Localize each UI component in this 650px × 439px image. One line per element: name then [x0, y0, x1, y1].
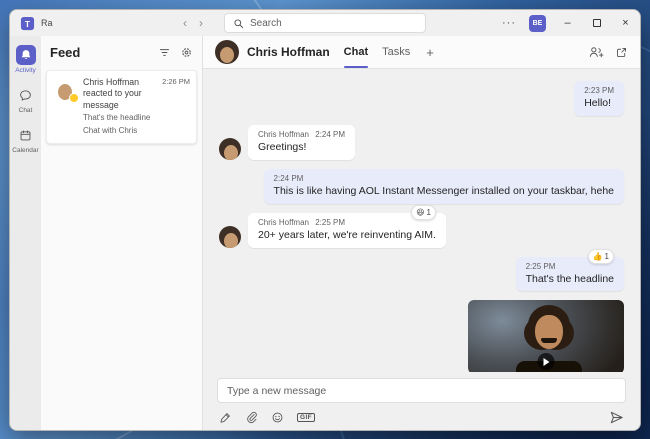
gif-subject-mustache	[541, 338, 557, 343]
nav-history: ‹ ›	[183, 10, 203, 36]
filter-button[interactable]	[158, 46, 171, 59]
search-icon	[233, 18, 244, 29]
avatar	[219, 226, 241, 248]
notification-preview: That's the headline	[83, 113, 190, 124]
message-sender: Chris Hoffman	[258, 130, 309, 139]
notification-context: Chat with Chris	[83, 126, 190, 137]
feed-header: Feed	[41, 36, 202, 68]
window-title: Ra	[41, 18, 53, 28]
message-sent[interactable]: 👍 1 2:25 PM That's the headline	[516, 257, 624, 292]
gif-thumbnail[interactable]	[468, 300, 624, 372]
send-button[interactable]	[609, 410, 624, 425]
message-input[interactable]	[217, 378, 626, 403]
settings-gear-button[interactable]	[180, 46, 193, 59]
message-time: 2:24 PM	[274, 173, 614, 184]
reaction-emoji: 👍	[593, 250, 603, 263]
feed-title: Feed	[50, 45, 158, 60]
notification-title: Chris Hoffman reacted to your message	[83, 77, 158, 111]
play-button-icon[interactable]	[538, 353, 555, 370]
chat-tabs: Chat Tasks +	[344, 36, 434, 68]
message-text: This is like having AOL Instant Messenge…	[274, 184, 614, 199]
forward-button[interactable]: ›	[199, 17, 203, 29]
avatar-wrap	[53, 77, 77, 101]
message-received[interactable]: 😆 1 Chris Hoffman 2:25 PM 20+ years late…	[219, 213, 624, 248]
activity-bell-icon	[16, 45, 36, 65]
notification-time: 2:26 PM	[162, 77, 190, 111]
add-tab-button[interactable]: +	[426, 45, 434, 60]
reaction-emoji: 😆	[416, 206, 424, 219]
gif-message[interactable]	[468, 300, 624, 372]
svg-text:T: T	[25, 18, 31, 28]
reaction-badge[interactable]: 😆 1	[411, 205, 436, 220]
message-time: 2:24 PM	[315, 130, 345, 139]
feed-notification-card[interactable]: Chris Hoffman reacted to your message 2:…	[46, 70, 197, 144]
add-people-button[interactable]	[588, 45, 604, 59]
message-sent[interactable]: 2:23 PM Hello!	[574, 81, 624, 116]
teams-logo-icon: T	[20, 16, 35, 31]
rail-label: Calendar	[12, 147, 38, 154]
maximize-button[interactable]	[582, 10, 611, 36]
profile-avatar[interactable]: BE	[529, 15, 546, 32]
tab-chat[interactable]: Chat	[344, 36, 368, 68]
chat-bubble-icon	[16, 85, 36, 105]
avatar	[219, 138, 241, 160]
minimize-button[interactable]: –	[553, 10, 582, 36]
reaction-count: 1	[605, 250, 609, 263]
back-button[interactable]: ‹	[183, 17, 187, 29]
search-input[interactable]	[250, 18, 417, 29]
rail-item-calendar[interactable]: Calendar	[10, 125, 41, 154]
chat-title: Chris Hoffman	[247, 45, 330, 59]
chat-header: Chris Hoffman Chat Tasks +	[203, 36, 640, 69]
gif-subject-face	[535, 315, 563, 349]
calendar-icon	[16, 125, 36, 145]
titlebar-controls: ··· BE – ×	[496, 10, 640, 36]
chat-header-actions	[588, 45, 628, 59]
tab-tasks[interactable]: Tasks	[382, 36, 410, 68]
message-text: 20+ years later, we're reinventing AIM.	[258, 228, 436, 243]
search-box[interactable]	[224, 13, 426, 33]
feed-panel: Feed	[41, 36, 203, 431]
reaction-badge-icon	[69, 93, 79, 103]
message-sent[interactable]: 2:24 PM This is like having AOL Instant …	[264, 169, 624, 204]
open-in-window-button[interactable]	[615, 46, 628, 59]
message-list[interactable]: 2:23 PM Hello! Chris Hoffman 2:24 PM Gre…	[203, 69, 640, 372]
message-time: 2:25 PM	[315, 218, 345, 227]
message-text: Hello!	[584, 96, 614, 111]
message-sender: Chris Hoffman	[258, 218, 309, 227]
reaction-count: 1	[427, 206, 431, 219]
message-time: 2:23 PM	[584, 85, 614, 96]
maximize-icon	[593, 19, 601, 27]
composer-toolbar: GIF	[217, 403, 626, 425]
rail-item-activity[interactable]: Activity	[10, 45, 41, 74]
desktop: T Ra ‹ › ··· BE – ×	[0, 0, 650, 439]
rail-label: Activity	[15, 67, 36, 74]
format-icon[interactable]	[219, 411, 232, 424]
app-body: Activity Chat Calendar F	[10, 36, 640, 431]
close-button[interactable]: ×	[611, 10, 640, 36]
message-text: Greetings!	[258, 140, 345, 155]
chat-panel: Chris Hoffman Chat Tasks +	[203, 36, 640, 431]
attach-icon[interactable]	[245, 411, 258, 424]
more-options-button[interactable]: ···	[496, 17, 522, 29]
app-rail: Activity Chat Calendar	[10, 36, 41, 431]
titlebar: T Ra ‹ › ··· BE – ×	[10, 10, 640, 36]
gif-picker-icon[interactable]: GIF	[297, 413, 315, 422]
composer: GIF	[203, 372, 640, 431]
emoji-icon[interactable]	[271, 411, 284, 424]
reaction-badge[interactable]: 👍 1	[588, 249, 614, 264]
message-text: That's the headline	[526, 272, 614, 287]
message-received[interactable]: Chris Hoffman 2:24 PM Greetings!	[219, 125, 624, 160]
rail-item-chat[interactable]: Chat	[10, 85, 41, 114]
rail-label: Chat	[19, 107, 33, 114]
avatar[interactable]	[215, 40, 239, 64]
teams-window: T Ra ‹ › ··· BE – ×	[9, 9, 641, 431]
